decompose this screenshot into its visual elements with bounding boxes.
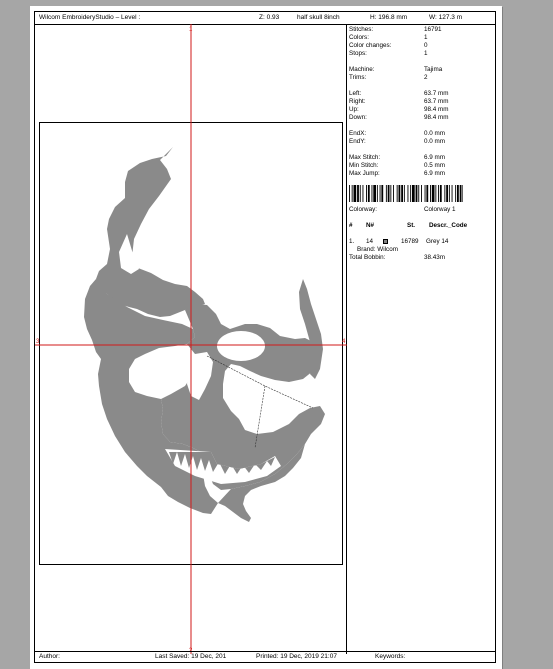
axis-marker-left: 3: [36, 339, 40, 345]
stat-up: Up: 98.4 mm: [349, 106, 449, 113]
design-height: H: 196.8 mm: [370, 14, 408, 21]
stat-max-stitch: Max Stitch: 6.9 mm: [349, 154, 445, 161]
stat-down: Down: 98.4 mm: [349, 114, 449, 121]
last-saved: Last Saved: 19 Dec, 201: [155, 653, 227, 660]
printed-date: Printed: 19 Dec, 2019 21:07: [256, 653, 337, 660]
zoom-level: Z: 0.93: [259, 14, 280, 21]
stat-left: Left: 63.7 mm: [349, 90, 449, 97]
color-table-header: # N# St. Descr._Code: [349, 222, 495, 230]
stat-end-x: EndX: 0.0 mm: [349, 130, 445, 137]
axis-marker-right: 4: [342, 339, 346, 345]
color-table-col-index: #: [349, 222, 353, 229]
stat-end-y: EndY: 0.0 mm: [349, 138, 445, 145]
worksheet-footer: Author: Last Saved: 19 Dec, 201 Printed:…: [35, 651, 495, 662]
skull-design: [84, 147, 325, 522]
stat-stops: Stops: 1: [349, 50, 428, 57]
stat-machine: Machine: Tajima: [349, 66, 443, 73]
stat-color-changes: Color changes: 0: [349, 42, 428, 49]
barcode: [349, 185, 463, 202]
color-brand: Brand: Wilcom: [357, 246, 398, 253]
color-swatch: [383, 239, 388, 244]
keywords-label: Keywords:: [375, 653, 406, 660]
color-table-col-needle: N#: [366, 222, 375, 229]
stat-max-jump: Max Jump: 6.9 mm: [349, 170, 445, 177]
stat-colors: Colors: 1: [349, 34, 428, 41]
app-title: Wilcom EmbroideryStudio – Level :: [39, 14, 141, 21]
author-label: Author:: [39, 653, 60, 660]
stat-trims: Trims: 2: [349, 74, 428, 81]
color-table-col-description: Descr._Code: [429, 222, 468, 229]
skull-cranium: [96, 147, 205, 317]
axis-marker-top: 1: [189, 27, 193, 33]
design-canvas: 1 2 3 4: [35, 24, 347, 654]
worksheet-frame: Wilcom EmbroideryStudio – Level : Z: 0.9…: [34, 11, 496, 663]
total-bobbin-row: Total Bobbin: 38.43m: [349, 254, 446, 261]
skull-eye-socket: [217, 331, 265, 361]
stat-stitches: Stitches: 16791: [349, 26, 442, 33]
color-table-row: 1. 14 16789 Grey 14: [349, 238, 449, 245]
color-table-col-stitches: St.: [407, 222, 416, 229]
design-width: W: 127.3 m: [429, 14, 463, 21]
design-preview-area: 1 2 3 4: [35, 24, 347, 654]
print-preview-page: Wilcom EmbroideryStudio – Level : Z: 0.9…: [30, 6, 502, 669]
stat-right: Right: 63.7 mm: [349, 98, 449, 105]
stat-min-stitch: Min Stitch: 0.5 mm: [349, 162, 445, 169]
design-name: half skull 8inch: [297, 14, 340, 21]
colorway-row: Colorway: Colorway 1: [349, 206, 456, 213]
